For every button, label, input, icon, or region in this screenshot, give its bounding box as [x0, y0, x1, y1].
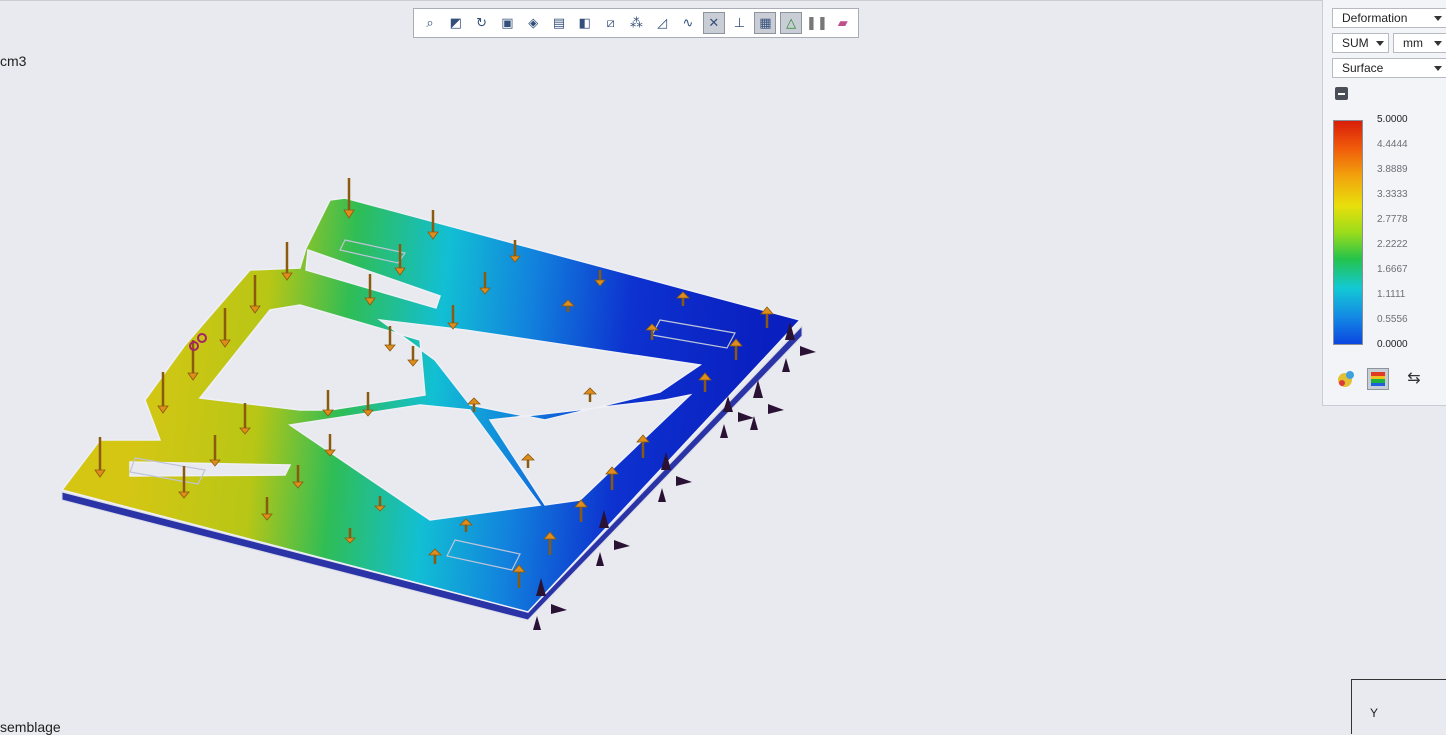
display-dropdown[interactable]: Surface — [1332, 58, 1446, 78]
legend-label: 3.8889 — [1377, 164, 1408, 175]
refresh-icon[interactable]: ⇆ — [1403, 368, 1425, 390]
legend-label: 0.5556 — [1377, 314, 1408, 325]
legend-label: 1.6667 — [1377, 264, 1408, 275]
section-view-icon[interactable]: ◧ — [574, 12, 596, 34]
view-toolbar: ⌕ ◩ ↻ ▣ ◈ ▤ ◧ ⧄ ⁂ ◿ ∿ ✕ ⊥ ▦ △ ❚❚ ▰ — [413, 8, 859, 38]
scene-icon[interactable]: ◿ — [651, 12, 673, 34]
rotate-view-icon[interactable]: ↻ — [471, 12, 493, 34]
legend-color-bar — [1333, 120, 1363, 345]
plot-icon[interactable]: ∿ — [677, 12, 699, 34]
show-loads-icon[interactable]: ✕ — [702, 12, 725, 34]
component-dropdown[interactable]: SUM — [1332, 33, 1389, 53]
display-style-icon[interactable]: ⧄ — [600, 12, 622, 34]
pause-icon[interactable]: ❚❚ — [806, 12, 828, 34]
zoom-fit-icon[interactable]: ⌕ — [419, 12, 441, 34]
legend-label: 0.0000 — [1377, 339, 1408, 350]
legend-label: 1.1111 — [1377, 289, 1406, 300]
top-left-text: cm3 — [0, 53, 27, 69]
model-viewport[interactable] — [0, 0, 1320, 734]
chart-options-icon[interactable] — [1367, 368, 1389, 390]
view-triad — [1351, 679, 1446, 734]
zoom-area-icon[interactable]: ◩ — [445, 12, 467, 34]
fixtures — [533, 322, 816, 630]
cube-view-icon[interactable]: ▣ — [496, 12, 518, 34]
deformed-shape-icon[interactable]: ▦ — [754, 12, 777, 34]
hide-show-icon[interactable]: ⁂ — [625, 12, 647, 34]
result-type-dropdown[interactable]: Deformation — [1332, 8, 1446, 28]
legend-label: 4.4444 — [1377, 139, 1408, 150]
plate-body[interactable] — [60, 197, 802, 613]
probe-icon[interactable] — [1335, 368, 1357, 390]
camera-icon[interactable]: ▤ — [548, 12, 570, 34]
view-orientation-icon[interactable]: ◈ — [522, 12, 544, 34]
chevron-down-icon — [1434, 16, 1442, 21]
units-value: mm — [1403, 36, 1423, 50]
bottom-left-text: semblage — [0, 719, 61, 735]
display-value: Surface — [1342, 61, 1384, 75]
legend-label: 5.0000 — [1377, 114, 1408, 125]
result-type-value: Deformation — [1342, 11, 1408, 25]
legend-label: 3.3333 — [1377, 189, 1408, 200]
collapse-legend-button[interactable] — [1335, 87, 1348, 100]
show-fixtures-icon[interactable]: ⊥ — [729, 12, 751, 34]
chevron-down-icon — [1376, 41, 1384, 46]
chevron-down-icon — [1434, 41, 1442, 46]
legend-label: 2.2222 — [1377, 239, 1408, 250]
units-dropdown[interactable]: mm — [1393, 33, 1446, 53]
component-value: SUM — [1342, 36, 1369, 50]
legend-label: 2.7778 — [1377, 214, 1408, 225]
plot-options-icon[interactable]: △ — [780, 12, 803, 34]
color-chart-icon[interactable]: ▰ — [832, 12, 854, 34]
chevron-down-icon — [1434, 66, 1442, 71]
triad-y-label: Y — [1370, 706, 1379, 720]
result-panel: Deformation SUM mm Surface 5.0000 4.4444… — [1322, 0, 1446, 406]
